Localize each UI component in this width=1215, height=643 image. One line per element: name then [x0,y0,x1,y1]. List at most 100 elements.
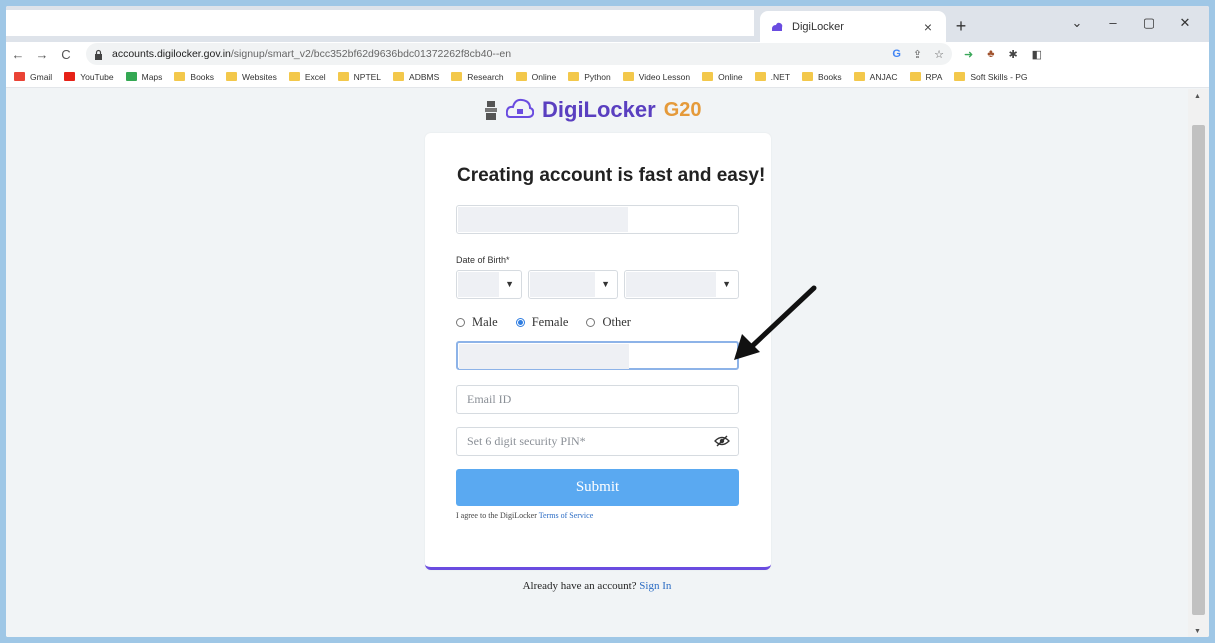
security-pin-field[interactable] [456,427,739,456]
bookmark-item[interactable]: ANJAC [853,72,898,82]
url-host: accounts.digilocker.gov.in [112,48,231,60]
radio-button[interactable] [515,318,525,327]
bookmark-item[interactable]: ADBMS [393,72,439,82]
radio-button[interactable] [586,318,596,327]
tab-close-icon[interactable]: × [920,19,936,35]
scroll-down-icon[interactable]: ▼ [1194,628,1201,635]
gender-radio-group: Male Female Other [456,315,631,330]
bookmark-item[interactable]: Maps [125,72,162,82]
dob-year-select[interactable]: ▼ [624,270,739,299]
share-icon[interactable]: ⇪ [913,48,922,61]
form-heading: Creating account is fast and easy! [457,165,766,186]
terms-text: I agree to the DigiLocker Terms of Servi… [456,511,593,520]
extension-icon[interactable]: ♣ [987,48,994,61]
bookmark-label: Soft Skills - PG [970,71,1028,82]
google-icon[interactable]: G [892,48,901,61]
digilocker-logo-icon [506,98,534,118]
radio-label: Female [531,315,569,329]
bookmark-label: Gmail [30,71,53,82]
back-icon[interactable]: ← [6,47,30,62]
bookmark-label: .NET [770,71,791,82]
bookmark-star-icon[interactable]: ☆ [934,48,944,61]
redacted-value [458,272,499,297]
bookmark-item[interactable]: NPTEL [337,72,381,82]
mobile-number-field[interactable] [456,341,739,370]
header-logos: DigiLocker G20 [484,89,744,121]
scroll-up-icon[interactable]: ▲ [1194,93,1201,100]
browser-window: DigiLocker × + ⌄ – ▢ ✕ ← → C accounts.di… [6,6,1209,637]
bookmark-item[interactable]: Websites [226,72,277,82]
bookmark-label: Python [584,71,611,82]
folder-icon [754,72,766,81]
bookmark-label: YouTube [80,71,114,82]
scrollbar-thumb[interactable] [1192,125,1205,615]
minimize-icon[interactable]: – [1095,12,1131,34]
redacted-value [458,207,628,232]
tab-strip: DigiLocker × + ⌄ – ▢ ✕ [6,6,1209,42]
folder-icon [853,72,865,81]
chevron-down-icon: ▼ [601,279,610,289]
maps-icon [125,72,137,81]
redacted-value [459,344,629,369]
radio-button[interactable] [456,318,465,327]
dob-day-select[interactable]: ▼ [456,270,522,299]
folder-icon [451,72,463,81]
bookmark-item[interactable]: Gmail [14,72,52,82]
dob-month-select[interactable]: ▼ [528,270,618,299]
forward-icon[interactable]: → [30,47,54,62]
g20-logo-icon: G20 [663,99,702,121]
email-input[interactable] [457,386,738,413]
bookmark-label: Research [467,71,504,82]
submit-button[interactable]: Submit [456,469,739,506]
dob-label: Date of Birth* [456,255,510,265]
gender-radio-male[interactable]: Male [456,315,498,330]
bookmark-item[interactable]: Python [568,71,611,82]
new-tab-icon[interactable]: + [952,16,970,37]
full-name-field[interactable] [456,205,739,234]
bookmark-item[interactable]: RPA [909,71,943,82]
bookmark-item[interactable]: Online [515,72,556,82]
security-pin-input[interactable] [457,428,738,455]
close-window-icon[interactable]: ✕ [1167,12,1203,34]
bookmark-item[interactable]: Video Lesson [622,72,690,82]
signin-prompt: Already have an account? Sign In [6,580,1188,592]
omnibox-actions: G ⇪ ☆ [892,48,944,61]
bookmark-item[interactable]: Soft Skills - PG [954,71,1028,82]
side-panel-icon[interactable]: ◧ [1032,48,1042,61]
bookmark-item[interactable]: .NET [754,71,791,82]
digilocker-favicon-icon [770,20,784,34]
tab-search-icon[interactable]: ⌄ [1059,12,1095,34]
url-path: /signup/smart_v2/bcc352bf62d9636bdc01372… [230,48,512,60]
bookmark-item[interactable]: Excel [288,72,326,82]
maximize-icon[interactable]: ▢ [1131,12,1167,34]
eye-slash-icon[interactable] [714,434,730,448]
bookmark-item[interactable]: YouTube [64,71,114,82]
address-bar[interactable]: accounts.digilocker.gov.in/signup/smart_… [86,43,952,65]
bookmark-label: RPA [925,71,943,82]
tab-strip-blank [6,10,754,36]
lock-icon[interactable] [94,49,106,60]
terms-of-service-link[interactable]: Terms of Service [539,511,594,520]
puzzle-icon[interactable]: ✱ [1008,48,1017,61]
folder-icon [288,72,300,81]
radio-label: Male [472,315,498,329]
scrollbar[interactable]: ▲ ▼ [1188,89,1209,637]
bookmark-item[interactable]: Online [702,72,743,82]
email-field[interactable] [456,385,739,414]
extension-icon[interactable]: ➜ [964,48,973,61]
bookmark-item[interactable]: Books [174,72,214,82]
gender-radio-other[interactable]: Other [586,315,631,330]
reload-icon[interactable]: C [54,47,78,62]
bookmark-item[interactable]: Books [802,72,842,82]
redacted-value [530,272,595,297]
gender-radio-female[interactable]: Female [515,315,569,330]
window-controls: ⌄ – ▢ ✕ [1059,12,1203,34]
bookmark-item[interactable]: Research [451,71,504,82]
folder-icon [515,72,527,81]
bookmark-label: Books [190,71,215,82]
pointer-arrow-icon [734,285,817,360]
tab-digilocker[interactable]: DigiLocker × [760,11,946,42]
page-content: DigiLocker G20 Creating account is fast … [6,89,1188,637]
sign-in-link[interactable]: Sign In [639,580,671,592]
bookmark-label: Websites [242,71,277,82]
